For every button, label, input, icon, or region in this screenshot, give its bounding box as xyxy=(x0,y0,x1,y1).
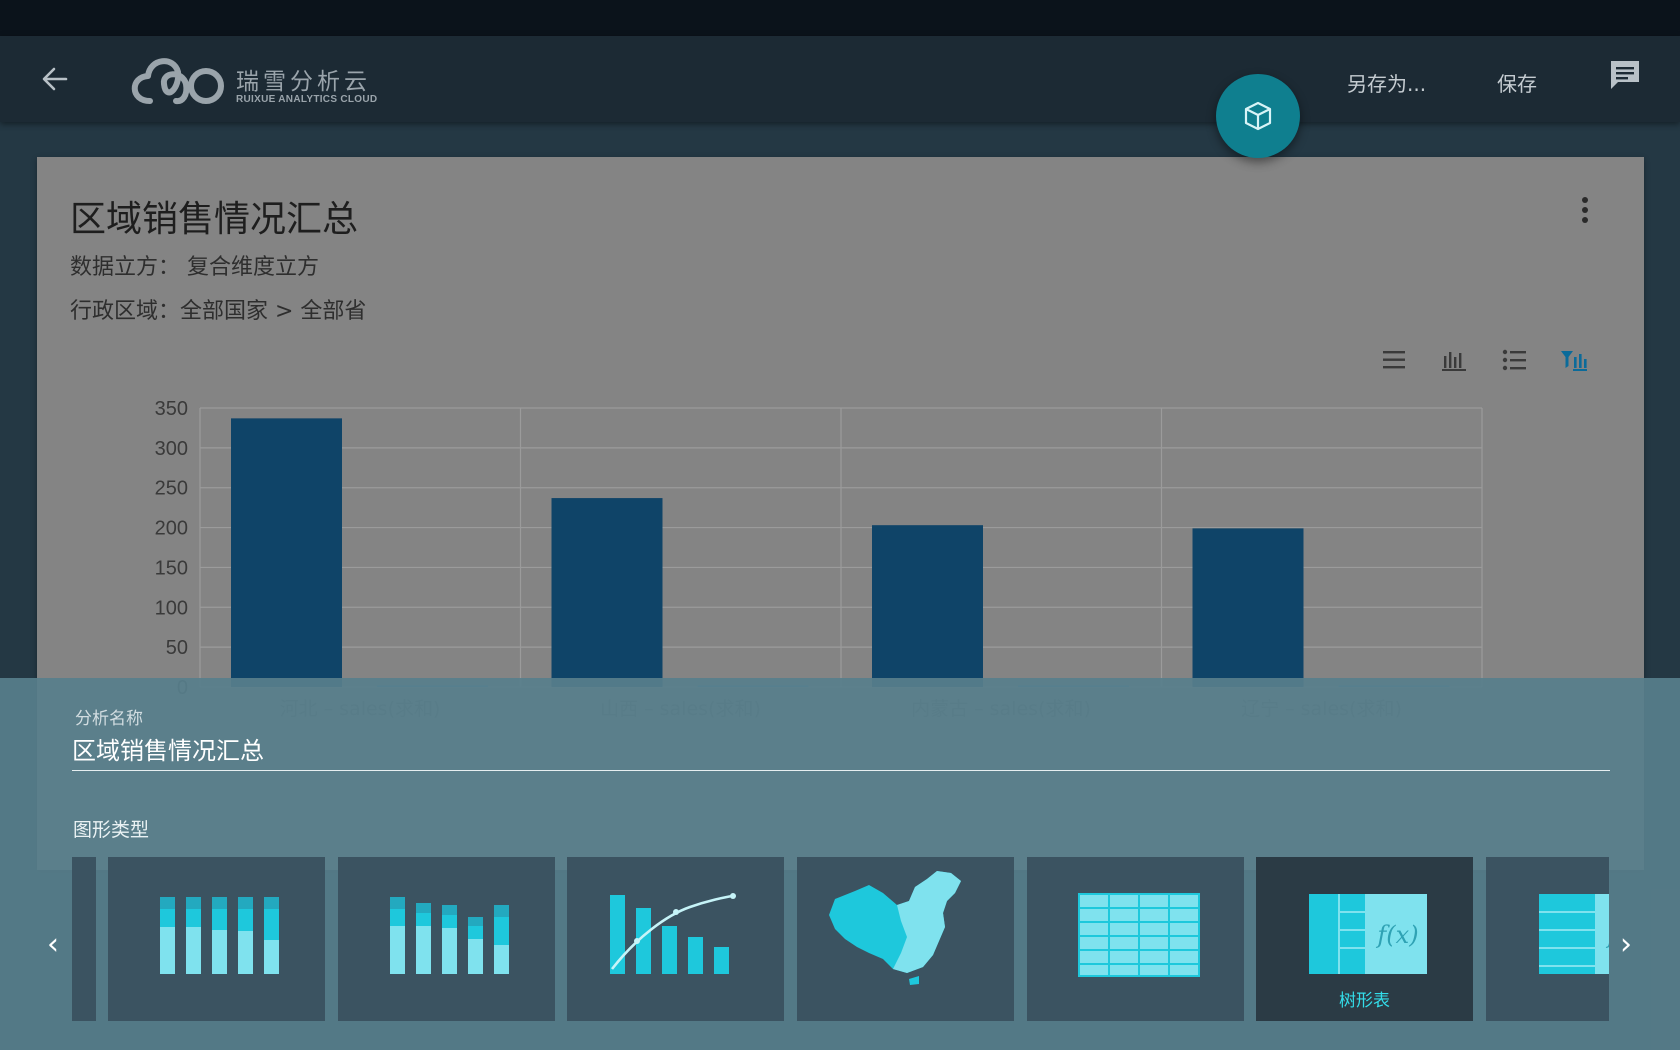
svg-text:f(x): f(x) xyxy=(1375,921,1418,949)
chart-type-stacked-bar-100[interactable] xyxy=(108,857,325,1021)
logo-mark-icon xyxy=(131,58,224,105)
save-button[interactable]: 保存 xyxy=(1497,68,1537,97)
chart-type-pareto[interactable] xyxy=(567,857,784,1021)
carousel-prev-button[interactable]: ‹ xyxy=(38,912,68,978)
app-header: 瑞雪分析云 RUIXUE ANALYTICS CLOUD 另存为... 保存 xyxy=(0,36,1680,122)
china-map-icon xyxy=(829,871,961,985)
chart-type-tree-table-2[interactable]: f(x) xyxy=(1486,857,1609,1021)
chart-type-tree-table[interactable]: f(x) 树形表 xyxy=(1256,857,1473,1021)
y-tick-label: 250 xyxy=(155,478,188,500)
stacked-bar-100-icon xyxy=(160,897,279,974)
y-tick-label: 200 xyxy=(155,518,188,540)
tree-table-label: 树形表 xyxy=(1339,991,1390,1011)
bar xyxy=(872,525,983,687)
y-tick-label: 150 xyxy=(155,557,188,579)
logo-text-en: RUIXUE ANALYTICS CLOUD xyxy=(236,94,378,105)
analysis-settings-panel: 分析名称 图形类型 xyxy=(0,678,1680,1050)
analysis-name-input[interactable] xyxy=(72,726,1610,771)
carousel-next-button[interactable]: › xyxy=(1611,912,1641,978)
cube-icon xyxy=(1244,101,1272,131)
bar xyxy=(231,418,342,687)
bar xyxy=(1192,528,1304,687)
y-tick-label: 350 xyxy=(155,398,188,420)
chart-type-table[interactable] xyxy=(1027,857,1244,1021)
comment-icon[interactable] xyxy=(1608,58,1642,92)
chart-type-china-map[interactable] xyxy=(797,857,1014,1021)
bar xyxy=(551,498,663,687)
pareto-chart-icon xyxy=(610,893,736,974)
data-cube-button[interactable] xyxy=(1216,74,1300,158)
chart-type-stacked-bar[interactable] xyxy=(338,857,555,1021)
stacked-bar-icon xyxy=(390,897,509,974)
tree-table-variant-icon: f(x) xyxy=(1539,894,1609,974)
y-tick-label: 100 xyxy=(155,597,188,619)
os-top-bar xyxy=(0,0,1680,36)
chart-type-label: 图形类型 xyxy=(73,819,150,841)
chart-type-carousel: f(x) 树形表 f(x) xyxy=(72,857,1609,1021)
ruixue-logo: 瑞雪分析云 RUIXUE ANALYTICS CLOUD xyxy=(124,46,384,116)
back-arrow-icon[interactable] xyxy=(36,60,74,98)
logo-text-cn: 瑞雪分析云 xyxy=(236,69,371,95)
y-tick-label: 300 xyxy=(155,438,188,460)
table-icon xyxy=(1078,893,1200,977)
save-as-button[interactable]: 另存为... xyxy=(1347,68,1426,97)
chart-type-tile-partial[interactable] xyxy=(72,857,96,1021)
y-tick-label: 50 xyxy=(166,637,188,659)
